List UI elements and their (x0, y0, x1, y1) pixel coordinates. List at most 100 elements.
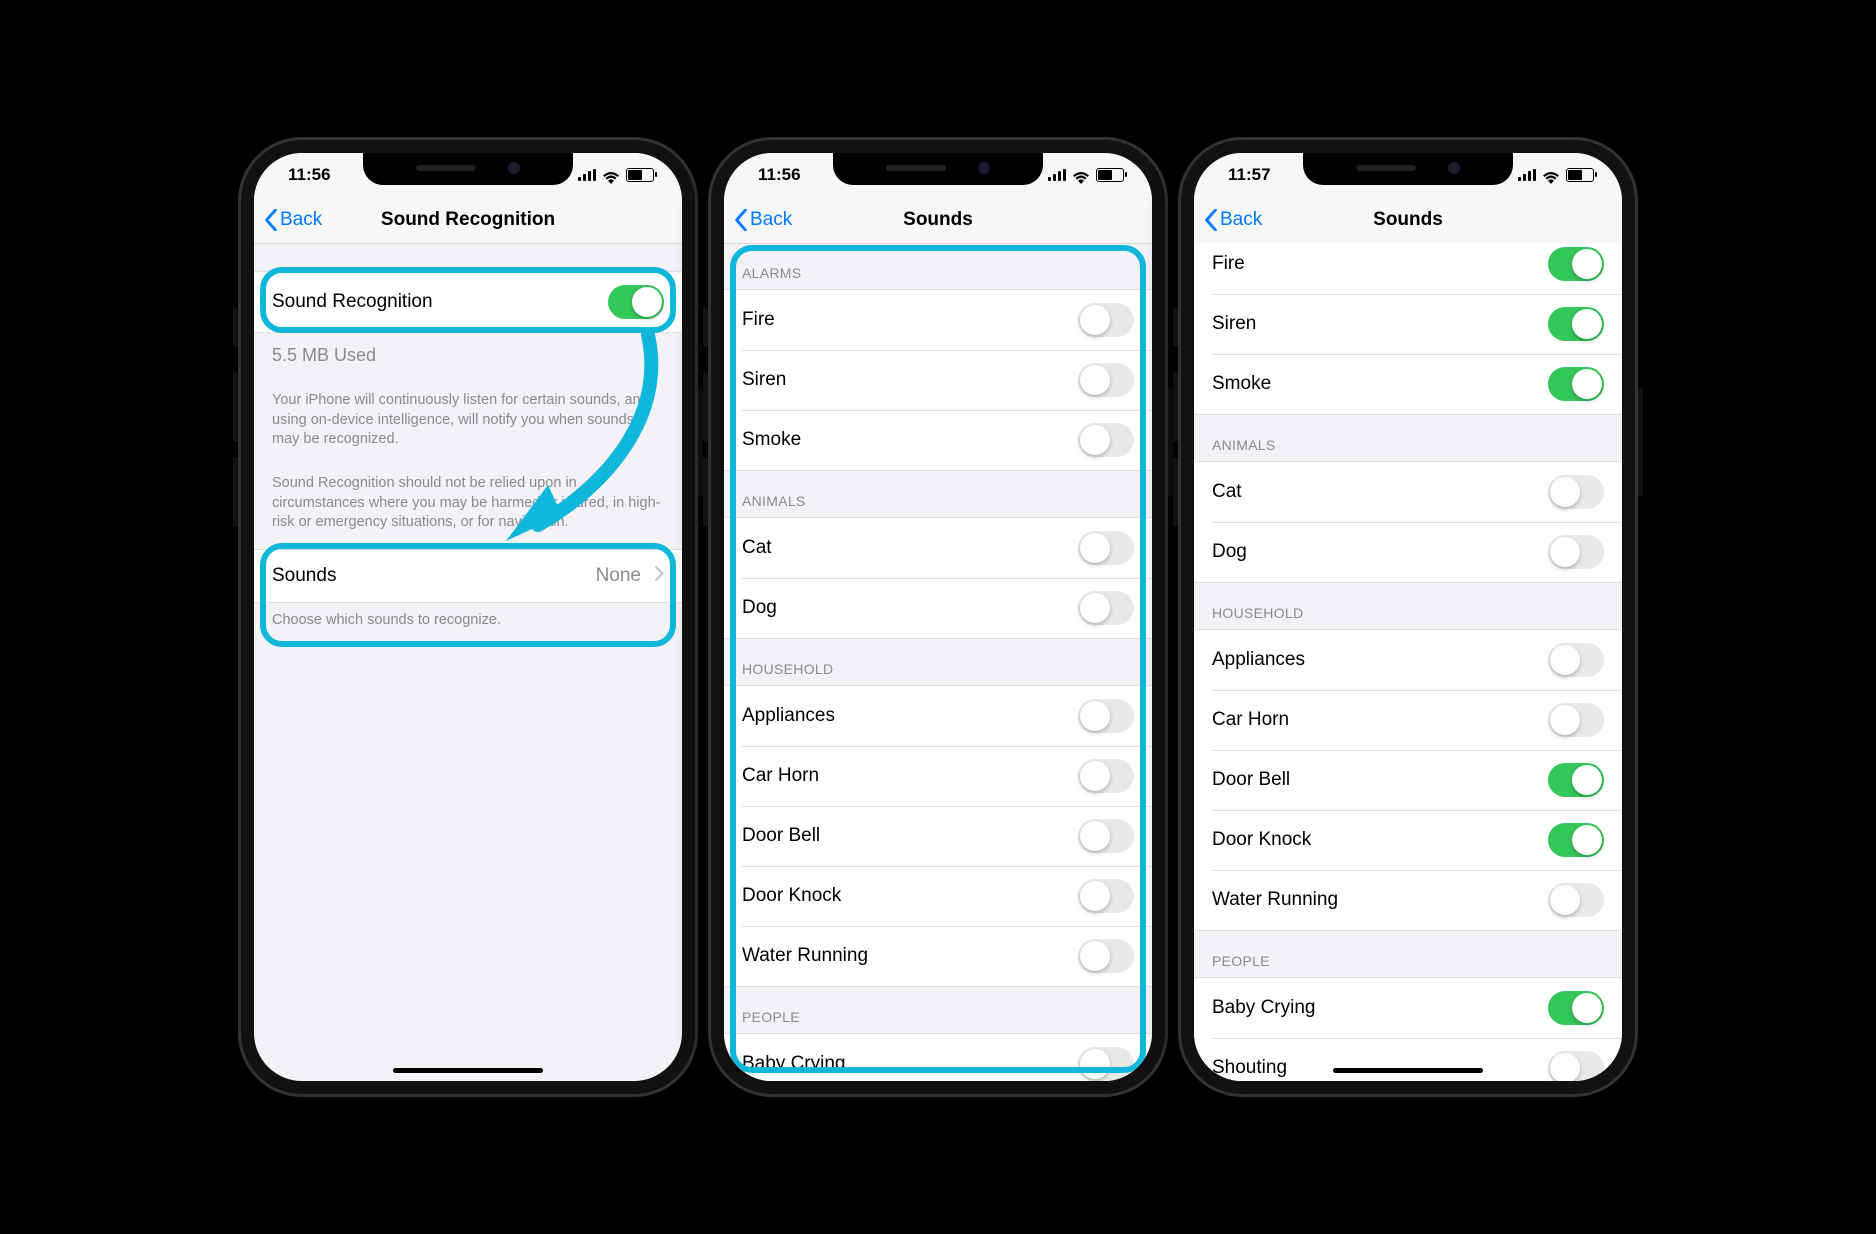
switch-shouting[interactable] (1548, 1051, 1604, 1081)
switch-smoke[interactable] (1548, 367, 1604, 401)
content-1: Sound Recognition 5.5 MB Used Your iPhon… (254, 243, 682, 1081)
wifi-icon (1072, 169, 1090, 182)
switch-doorbell[interactable] (1078, 819, 1134, 853)
chevron-left-icon (1204, 209, 1218, 231)
clock: 11:56 (288, 165, 331, 185)
status-icons (578, 168, 654, 182)
switch-appliances[interactable] (1548, 643, 1604, 677)
switch-water[interactable] (1548, 883, 1604, 917)
sounds-label: Sounds (272, 565, 336, 587)
switch-doorbell[interactable] (1548, 763, 1604, 797)
row-carhorn[interactable]: Car Horn (724, 746, 1152, 806)
status-icons (1518, 168, 1594, 182)
sounds-row[interactable]: Sounds None (254, 549, 682, 603)
clock: 11:56 (758, 165, 801, 185)
row-doorbell[interactable]: Door Bell (1194, 750, 1622, 810)
navigation-bar: Back Sounds (724, 197, 1152, 244)
content-3: Alarms Fire Siren Smoke Animals Cat Dog … (1194, 243, 1622, 1081)
description-2: Sound Recognition should not be relied u… (254, 466, 682, 549)
switch-siren[interactable] (1078, 363, 1134, 397)
description-1: Your iPhone will continuously listen for… (254, 383, 682, 466)
home-indicator[interactable] (863, 1068, 1013, 1073)
page-title: Sounds (1373, 209, 1443, 231)
phone-frame-1: 11:56 Back Sound Recognition Sound Recog… (238, 137, 698, 1097)
battery-icon (1566, 168, 1594, 182)
switch-smoke[interactable] (1078, 423, 1134, 457)
row-fire[interactable]: Fire (724, 289, 1152, 350)
clock: 11:57 (1228, 165, 1271, 185)
cellular-icon (578, 169, 596, 181)
back-button[interactable]: Back (734, 197, 792, 243)
home-indicator[interactable] (1333, 1068, 1483, 1073)
row-fire[interactable]: Fire (1194, 243, 1622, 294)
row-doorknock[interactable]: Door Knock (1194, 810, 1622, 870)
group-header-household: Household (724, 639, 1152, 685)
back-label: Back (280, 209, 322, 231)
sound-recognition-toggle-row[interactable]: Sound Recognition (254, 271, 682, 333)
row-cat[interactable]: Cat (724, 517, 1152, 578)
row-doorbell[interactable]: Door Bell (724, 806, 1152, 866)
row-shouting[interactable]: Shouting (1194, 1038, 1622, 1081)
back-button[interactable]: Back (264, 197, 322, 243)
back-button[interactable]: Back (1204, 197, 1262, 243)
switch-dog[interactable] (1078, 591, 1134, 625)
switch-water[interactable] (1078, 939, 1134, 973)
row-appliances[interactable]: Appliances (724, 685, 1152, 746)
row-smoke[interactable]: Smoke (1194, 354, 1622, 415)
group-header-alarms: Alarms (724, 243, 1152, 289)
wifi-icon (1542, 169, 1560, 182)
row-water[interactable]: Water Running (724, 926, 1152, 987)
toggle-label: Sound Recognition (272, 291, 433, 313)
switch-doorknock[interactable] (1078, 879, 1134, 913)
row-siren[interactable]: Siren (1194, 294, 1622, 354)
switch-carhorn[interactable] (1548, 703, 1604, 737)
row-appliances[interactable]: Appliances (1194, 629, 1622, 690)
home-indicator[interactable] (393, 1068, 543, 1073)
back-label: Back (1220, 209, 1262, 231)
phone-frame-2: 11:56 Back Sounds Alarms Fire Siren Smok… (708, 137, 1168, 1097)
switch-fire[interactable] (1078, 303, 1134, 337)
content-2: Alarms Fire Siren Smoke Animals Cat Dog … (724, 243, 1152, 1081)
row-dog[interactable]: Dog (1194, 522, 1622, 583)
screen-2: 11:56 Back Sounds Alarms Fire Siren Smok… (724, 153, 1152, 1081)
row-siren[interactable]: Siren (724, 350, 1152, 410)
switch-fire[interactable] (1548, 247, 1604, 281)
switch-cat[interactable] (1078, 531, 1134, 565)
switch-siren[interactable] (1548, 307, 1604, 341)
storage-label: 5.5 MB Used (254, 333, 682, 383)
battery-icon (1096, 168, 1124, 182)
row-dog[interactable]: Dog (724, 578, 1152, 639)
wifi-icon (602, 169, 620, 182)
navigation-bar: Back Sound Recognition (254, 197, 682, 244)
chevron-left-icon (734, 209, 748, 231)
row-baby[interactable]: Baby Crying (1194, 977, 1622, 1038)
chevron-left-icon (264, 209, 278, 231)
chevron-right-icon (655, 565, 664, 587)
switch-appliances[interactable] (1078, 699, 1134, 733)
group-header-animals: Animals (724, 471, 1152, 517)
row-water[interactable]: Water Running (1194, 870, 1622, 931)
sounds-footer: Choose which sounds to recognize. (254, 603, 682, 647)
page-title: Sound Recognition (381, 209, 555, 231)
back-label: Back (750, 209, 792, 231)
cellular-icon (1048, 169, 1066, 181)
screen-3: 11:57 Back Sounds Alarms Fire Siren Smok… (1194, 153, 1622, 1081)
phone-frame-3: 11:57 Back Sounds Alarms Fire Siren Smok… (1178, 137, 1638, 1097)
row-carhorn[interactable]: Car Horn (1194, 690, 1622, 750)
group-header-people: People (1194, 931, 1622, 977)
switch-baby[interactable] (1078, 1047, 1134, 1081)
switch-dog[interactable] (1548, 535, 1604, 569)
switch-cat[interactable] (1548, 475, 1604, 509)
switch-doorknock[interactable] (1548, 823, 1604, 857)
group-header-animals: Animals (1194, 415, 1622, 461)
row-smoke[interactable]: Smoke (724, 410, 1152, 471)
switch-carhorn[interactable] (1078, 759, 1134, 793)
screen-1: 11:56 Back Sound Recognition Sound Recog… (254, 153, 682, 1081)
page-title: Sounds (903, 209, 973, 231)
switch-baby[interactable] (1548, 991, 1604, 1025)
row-baby[interactable]: Baby Crying (724, 1033, 1152, 1081)
row-cat[interactable]: Cat (1194, 461, 1622, 522)
sound-recognition-switch[interactable] (608, 285, 664, 319)
row-doorknock[interactable]: Door Knock (724, 866, 1152, 926)
battery-icon (626, 168, 654, 182)
